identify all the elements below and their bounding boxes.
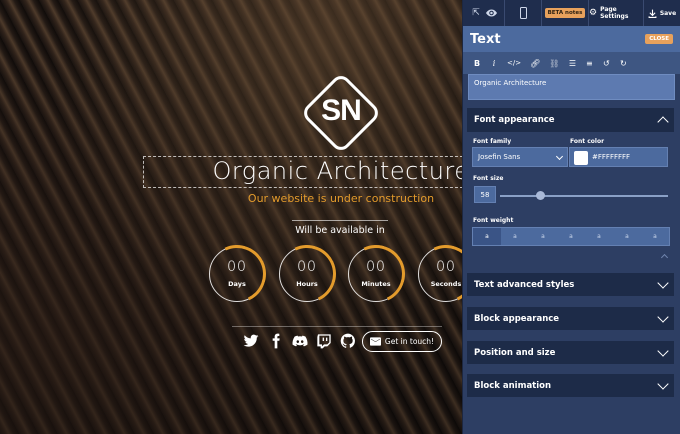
font-weight-option[interactable]: a [529, 228, 557, 245]
close-button[interactable]: CLOSE [645, 34, 673, 44]
get-in-touch-button[interactable]: Get in touch! [362, 331, 442, 352]
font-family-select[interactable]: Josefin Sans [472, 147, 568, 167]
font-weight-option[interactable]: a [473, 228, 501, 245]
counter-hours[interactable]: 00 Hours [269, 236, 345, 312]
font-weight-option[interactable]: a [613, 228, 641, 245]
chevron-down-icon [657, 276, 669, 289]
site-title[interactable]: Organic Architecture [143, 157, 462, 185]
text-content-input[interactable]: Organic Architecture [468, 74, 675, 100]
font-family-value: Josefin Sans [478, 153, 521, 161]
save-button[interactable]: Save [644, 0, 680, 26]
bullet-list-icon[interactable]: ☰ [568, 59, 576, 68]
link-icon[interactable]: 🔗︎ [530, 59, 540, 68]
counter-value: 00 [366, 259, 386, 275]
font-weight-label: Font weight [473, 217, 514, 224]
counter-minutes[interactable]: 00 Minutes [338, 236, 414, 312]
chevron-down-icon [555, 152, 564, 161]
chevron-down-icon [657, 344, 669, 357]
block-appearance-header[interactable]: Block appearance [467, 307, 674, 330]
page-settings-label: Page Settings [600, 6, 629, 20]
beta-notes-label: BETA notes [544, 8, 586, 18]
undo-icon[interactable]: ↺ [602, 59, 610, 68]
font-weight-option[interactable]: a [557, 228, 585, 245]
site-subtitle[interactable]: Our website is under construction [200, 192, 462, 205]
bold-button[interactable]: B [473, 59, 481, 68]
counter-value: 00 [297, 259, 317, 275]
counter-label: Days [228, 280, 246, 288]
font-color-input[interactable]: #FFFFFFFF [569, 147, 668, 167]
text-advanced-styles-header[interactable]: Text advanced styles [467, 273, 674, 296]
panel-header: Text CLOSE [463, 26, 680, 52]
font-weight-option[interactable]: a [501, 228, 529, 245]
font-weight-selector: a a a a a a a [472, 227, 670, 246]
chevron-down-icon [657, 377, 669, 390]
site-preview: SN Organic Architecture Our website is u… [0, 0, 462, 434]
font-color-label: Font color [570, 138, 605, 145]
code-button[interactable]: </> [507, 59, 521, 67]
twitch-icon[interactable] [316, 333, 332, 349]
beta-notes-button[interactable]: BETA notes [542, 0, 588, 26]
discord-icon[interactable] [292, 333, 308, 349]
block-animation-header[interactable]: Block animation [467, 374, 674, 397]
download-icon [648, 9, 657, 18]
page-settings-button[interactable]: ⚙ Page Settings [589, 0, 643, 26]
numbered-list-icon[interactable]: ≡ [585, 59, 593, 68]
font-size-slider-track[interactable] [500, 195, 668, 197]
mobile-preview-icon[interactable] [505, 0, 541, 26]
color-swatch[interactable] [574, 151, 588, 165]
twitter-icon[interactable] [243, 333, 259, 349]
mail-icon [369, 337, 381, 346]
counter-value: 00 [436, 259, 456, 275]
section-title: Font appearance [474, 115, 555, 125]
position-and-size-header[interactable]: Position and size [467, 341, 674, 364]
section-title: Text advanced styles [474, 279, 575, 290]
available-text[interactable]: Will be available in [240, 225, 440, 236]
counter-days[interactable]: 00 Days [199, 236, 275, 312]
facebook-icon[interactable] [268, 333, 284, 349]
sliders-icon: ⚙ [589, 8, 598, 18]
counter-label: Seconds [430, 280, 462, 288]
font-size-label: Font size [473, 175, 504, 182]
italic-button[interactable]: i [490, 59, 498, 68]
unlink-icon[interactable]: ⛓︎ [549, 59, 559, 68]
font-family-label: Font family [473, 138, 512, 145]
chevron-up-icon [657, 116, 669, 128]
cta-label: Get in touch! [384, 337, 435, 346]
format-toolbar: B i </> 🔗︎ ⛓︎ ☰ ≡ ↺ ↻ [463, 52, 680, 74]
panel-title: Text [470, 31, 501, 47]
font-size-input[interactable]: 58 [474, 186, 496, 203]
redo-icon[interactable]: ↻ [619, 59, 627, 68]
counter-value: 00 [227, 259, 247, 275]
divider [292, 220, 388, 221]
eye-icon[interactable] [483, 0, 499, 26]
expand-icon[interactable]: ⇱ [469, 0, 483, 26]
save-label: Save [659, 9, 677, 17]
counter-seconds[interactable]: 00 Seconds [408, 236, 462, 312]
section-title: Block animation [474, 380, 552, 391]
font-color-value: #FFFFFFFF [592, 153, 631, 161]
section-title: Position and size [474, 347, 556, 358]
font-weight-option[interactable]: a [585, 228, 613, 245]
divider [232, 326, 442, 327]
font-size-slider-handle[interactable] [536, 191, 545, 200]
top-toolbar: ⇱ BETA notes ⚙ Page Settings Save [463, 0, 680, 26]
counter-label: Hours [296, 280, 318, 288]
chevron-down-icon [657, 310, 669, 323]
section-title: Block appearance [474, 313, 560, 324]
github-icon[interactable] [340, 333, 356, 349]
font-weight-option[interactable]: a [641, 228, 669, 245]
counter-label: Minutes [361, 280, 391, 288]
logo-text: SN [321, 94, 362, 127]
font-appearance-header[interactable]: Font appearance [467, 108, 674, 132]
